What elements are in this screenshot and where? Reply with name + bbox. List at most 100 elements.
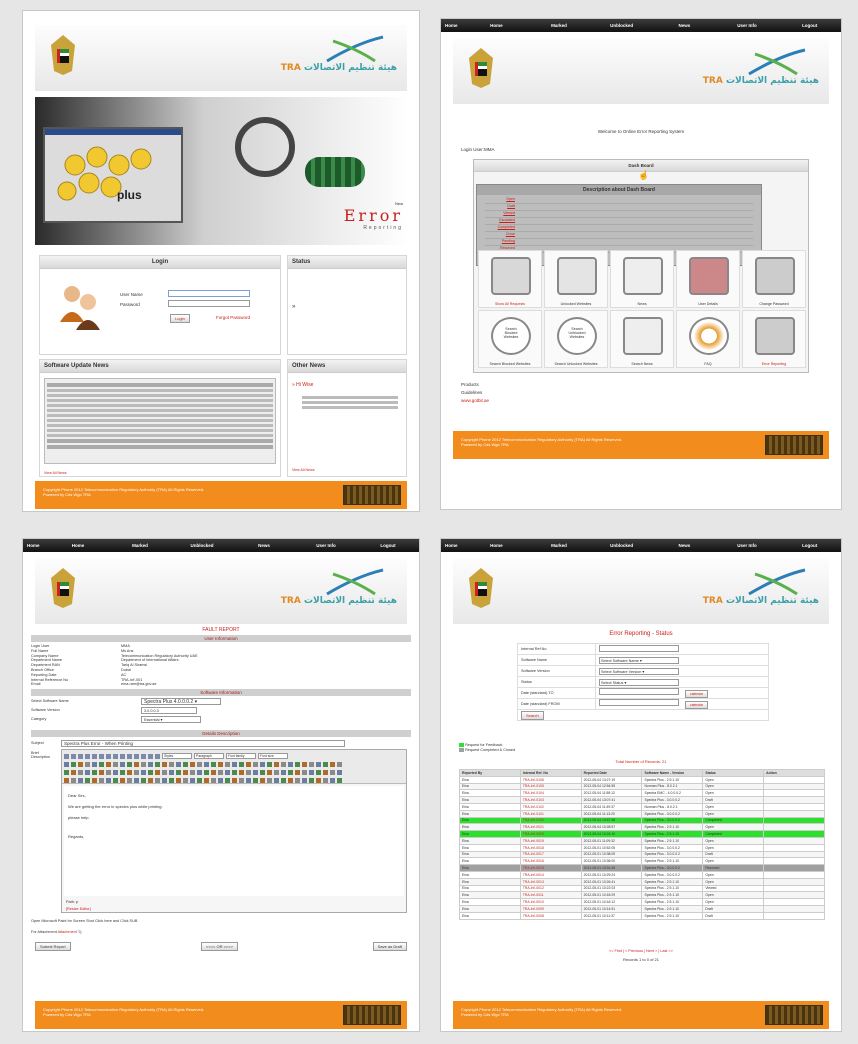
- toolbar-button-icon[interactable]: [71, 769, 76, 775]
- toolbar-button-icon[interactable]: [239, 769, 244, 775]
- table-cell[interactable]: TRA-Int'-0106: [519, 775, 582, 784]
- table-row[interactable]: Eina TRA-Int'-0104 2012-05-04 11:58:12 Spec…: [459, 789, 825, 798]
- toolbar-button-icon[interactable]: [99, 769, 104, 775]
- toolbar-button-icon[interactable]: [85, 777, 90, 783]
- other-news-item-title[interactable]: Hi Wise: [296, 382, 313, 388]
- table-row[interactable]: Eina TRA-Int'-0020 2012-05-04 10:24:10 Spec…: [459, 830, 825, 838]
- toolbar-button-icon[interactable]: [232, 777, 237, 783]
- dashboard-tile[interactable]: Search Blocked Websites Search Blocked Webs…: [478, 310, 542, 368]
- toolbar-button-icon[interactable]: [211, 769, 216, 775]
- editor-body[interactable]: Dear Sirs, We are getting the error in s…: [64, 786, 404, 897]
- table-row[interactable]: Eina TRA-Int'-0019 2012-05-01 11:09:32 Spec…: [459, 836, 825, 845]
- menu-home-2[interactable]: Home: [465, 543, 528, 548]
- dashboard-tile[interactable]: News: [610, 250, 674, 308]
- menu-marked[interactable]: Marked: [109, 543, 171, 548]
- toolbar-select[interactable]: Font family: [226, 753, 256, 760]
- toolbar-button-icon[interactable]: [309, 777, 314, 783]
- table-cell[interactable]: TRA-Int'-0105: [519, 782, 582, 791]
- table-row[interactable]: Eina TRA-Int'-0102 2012-05-04 11:49:37 Norm…: [459, 802, 825, 811]
- toolbar-button-icon[interactable]: [316, 777, 321, 783]
- subject-input[interactable]: Spectra Plus Error - When Printing: [61, 740, 345, 748]
- toolbar-button-icon[interactable]: [99, 761, 104, 767]
- table-row[interactable]: Eina TRA-Int'-0017 2012-05-01 10:38:09 Spec…: [459, 850, 825, 859]
- toolbar-button-icon[interactable]: [239, 777, 244, 783]
- software-version-input[interactable]: 3.0.0.0.3: [141, 707, 197, 715]
- toolbar-button-icon[interactable]: [141, 777, 146, 783]
- table-row[interactable]: Eina TRA-Int'-0106 2012-05-04 13:27:19 Spec…: [459, 775, 825, 784]
- toolbar-button-icon[interactable]: [288, 769, 293, 775]
- toolbar-button-icon[interactable]: [148, 769, 153, 775]
- toolbar-button-icon[interactable]: [113, 761, 118, 767]
- search-button[interactable]: Search: [521, 710, 544, 720]
- table-row[interactable]: Eina TRA-Int'-0013 2012-05-01 10:26:41 Spec…: [459, 877, 825, 886]
- toolbar-button-icon[interactable]: [302, 769, 307, 775]
- toolbar-button-icon[interactable]: [64, 761, 69, 767]
- table-row[interactable]: Eina TRA-Int'-0014 2012-05-01 10:29:24 Spec…: [459, 870, 825, 879]
- toolbar-button-icon[interactable]: [246, 761, 251, 767]
- toolbar-button-icon[interactable]: [64, 777, 69, 783]
- menu-unblocked[interactable]: Unblocked: [171, 543, 233, 548]
- menu-user-info[interactable]: User Info: [295, 543, 357, 548]
- table-cell[interactable]: TRA-Int'-0011: [519, 891, 582, 900]
- toolbar-button-icon[interactable]: [302, 761, 307, 767]
- search-input[interactable]: [599, 645, 679, 652]
- toolbar-button-icon[interactable]: [71, 777, 76, 783]
- toolbar-button-icon[interactable]: [190, 761, 195, 767]
- toolbar-button-icon[interactable]: [134, 753, 139, 759]
- submit-report-button[interactable]: Submit Report: [35, 942, 71, 952]
- toolbar-button-icon[interactable]: [253, 761, 258, 767]
- toolbar-button-icon[interactable]: [85, 769, 90, 775]
- toolbar-button-icon[interactable]: [120, 777, 125, 783]
- table-row[interactable]: Eina TRA-Int'-0105 2012-05-04 12:54:55 Norm…: [459, 782, 825, 791]
- table-row[interactable]: Eina TRA-Int'-0010 2012-05-01 10:16:12 Spec…: [459, 898, 825, 906]
- toolbar-button-icon[interactable]: [295, 761, 300, 767]
- toolbar-button-icon[interactable]: [253, 777, 258, 783]
- toolbar-button-icon[interactable]: [246, 777, 251, 783]
- table-cell[interactable]: TRA-Int'-0019: [519, 836, 582, 845]
- toolbar-button-icon[interactable]: [316, 769, 321, 775]
- dashboard-tile[interactable]: Change Password: [742, 250, 806, 308]
- toolbar-button-icon[interactable]: [78, 769, 83, 775]
- toolbar-button-icon[interactable]: [162, 761, 167, 767]
- toolbar-button-icon[interactable]: [274, 777, 279, 783]
- toolbar-button-icon[interactable]: [190, 769, 195, 775]
- toolbar-button-icon[interactable]: [148, 777, 153, 783]
- table-cell[interactable]: TRA-Int'-0018: [519, 843, 582, 852]
- dashboard-tile[interactable]: Show All Requests: [478, 250, 542, 308]
- toolbar-select[interactable]: Paragraph: [194, 753, 224, 760]
- toolbar-button-icon[interactable]: [295, 769, 300, 775]
- toolbar-button-icon[interactable]: [323, 777, 328, 783]
- calendar-button[interactable]: calendar: [685, 690, 709, 698]
- resize-editor-link[interactable]: [Resize Editor]: [66, 907, 91, 911]
- toolbar-button-icon[interactable]: [337, 769, 342, 775]
- save-draft-button[interactable]: Save as Draft: [372, 942, 407, 952]
- table-row[interactable]: Eina TRA-Int'-0100 2012-05-04 10:57:48 Spec…: [459, 816, 825, 825]
- toolbar-button-icon[interactable]: [113, 753, 118, 759]
- toolbar-button-icon[interactable]: [92, 769, 97, 775]
- toolbar-button-icon[interactable]: [127, 761, 132, 767]
- toolbar-button-icon[interactable]: [106, 761, 111, 767]
- toolbar-button-icon[interactable]: [162, 769, 167, 775]
- menu-user-info[interactable]: User Info: [716, 543, 779, 548]
- toolbar-button-icon[interactable]: [274, 769, 279, 775]
- toolbar-button-icon[interactable]: [183, 761, 188, 767]
- search-select[interactable]: Select Software Version ▾: [599, 667, 679, 675]
- table-cell[interactable]: TRA-Int'-0017: [519, 850, 582, 859]
- search-input[interactable]: [599, 688, 679, 695]
- toolbar-button-icon[interactable]: [260, 761, 265, 767]
- menu-home-1[interactable]: Home: [441, 543, 465, 548]
- toolbar-button-icon[interactable]: [323, 761, 328, 767]
- toolbar-button-icon[interactable]: [155, 777, 160, 783]
- toolbar-button-icon[interactable]: [120, 761, 125, 767]
- toolbar-button-icon[interactable]: [176, 761, 181, 767]
- menu-news[interactable]: News: [653, 543, 716, 548]
- table-cell[interactable]: TRA-Int'-0100: [519, 816, 582, 825]
- dashboard-tile[interactable]: Search News: [610, 310, 674, 368]
- toolbar-button-icon[interactable]: [106, 753, 111, 759]
- table-cell[interactable]: TRA-Int'-0012: [519, 884, 582, 893]
- toolbar-button-icon[interactable]: [99, 777, 104, 783]
- toolbar-button-icon[interactable]: [204, 761, 209, 767]
- toolbar-button-icon[interactable]: [85, 753, 90, 759]
- menu-news[interactable]: News: [233, 543, 295, 548]
- menu-home-1[interactable]: Home: [23, 543, 47, 548]
